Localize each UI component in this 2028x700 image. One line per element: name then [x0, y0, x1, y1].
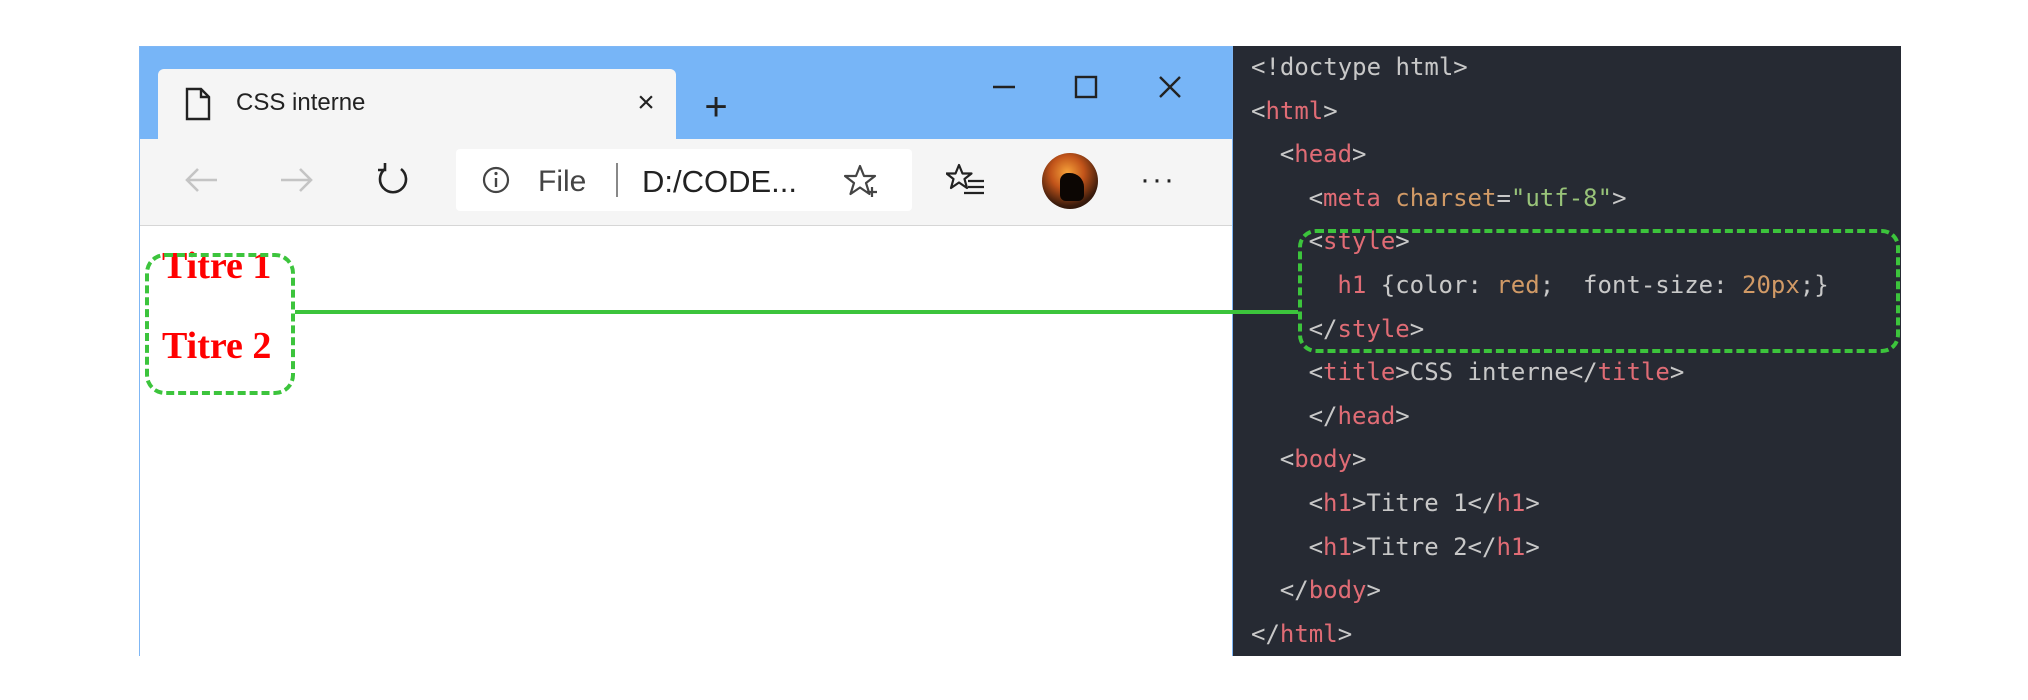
- code-line: </head>: [1309, 401, 1410, 431]
- code-token: <: [1308, 489, 1324, 517]
- code-token: >: [1366, 576, 1381, 605]
- code-token: h1: [1496, 489, 1526, 517]
- minimize-icon[interactable]: [974, 61, 1034, 113]
- code-token: title: [1323, 358, 1396, 387]
- address-separator: [616, 163, 618, 197]
- close-icon[interactable]: ×: [628, 85, 664, 121]
- maximize-icon[interactable]: [1056, 61, 1116, 113]
- page-content: Titre 1 Titre 2: [140, 226, 1232, 656]
- window-close-icon[interactable]: [1140, 61, 1200, 113]
- code-token: >: [1352, 445, 1367, 474]
- star-plus-icon[interactable]: [844, 163, 880, 199]
- code-token: </: [1251, 619, 1280, 648]
- code-line: <title>CSS interne</title>: [1309, 357, 1685, 387]
- code-token: meta: [1323, 183, 1381, 212]
- code-token: >Titre 2</: [1351, 532, 1497, 561]
- code-token: <!doctype html>: [1251, 53, 1468, 81]
- browser-tab[interactable]: CSS interne ×: [158, 69, 676, 139]
- code-token: >: [1525, 489, 1540, 517]
- code-line: <body>: [1280, 444, 1367, 474]
- code-token: <: [1279, 445, 1295, 474]
- toolbar: File D:/CODE... ···: [140, 139, 1232, 226]
- code-token: html: [1265, 96, 1324, 125]
- code-line: <head>: [1280, 139, 1367, 169]
- code-token: <: [1308, 532, 1324, 561]
- avatar[interactable]: [1042, 153, 1098, 209]
- more-icon[interactable]: ···: [1140, 163, 1176, 197]
- favorites-list-icon[interactable]: [946, 161, 986, 201]
- code-token: body: [1294, 445, 1353, 474]
- forward-arrow-icon[interactable]: [270, 153, 324, 207]
- code-line: <h1>Titre 1</h1>: [1309, 488, 1540, 518]
- code-token: title: [1597, 358, 1670, 387]
- code-token: >: [1525, 532, 1540, 561]
- code-token: >: [1612, 183, 1627, 212]
- info-icon[interactable]: [482, 166, 510, 194]
- code-token: "utf-8": [1510, 183, 1613, 212]
- code-token: h1: [1323, 489, 1352, 517]
- code-token: html: [1279, 619, 1338, 648]
- plus-icon[interactable]: +: [694, 85, 738, 129]
- code-line: </body>: [1280, 575, 1381, 605]
- code-token: </: [1308, 401, 1338, 430]
- code-token: head: [1337, 401, 1396, 430]
- browser-window: CSS interne × + File D:/CODE... ··· Titr…: [139, 46, 1233, 656]
- code-token: <: [1279, 140, 1295, 169]
- code-token: >: [1669, 358, 1685, 387]
- code-token: <: [1308, 358, 1324, 387]
- address-bar[interactable]: File D:/CODE...: [456, 149, 912, 211]
- code-token: h1: [1323, 532, 1352, 561]
- headings-highlight-box: [145, 253, 295, 395]
- code-token: <: [1308, 183, 1324, 212]
- code-line: <html>: [1251, 96, 1338, 126]
- file-label: File: [538, 165, 587, 198]
- code-token: >: [1395, 401, 1410, 430]
- code-token: h1: [1496, 532, 1526, 561]
- code-line: <meta charset="utf-8">: [1309, 183, 1627, 213]
- code-token: >: [1337, 619, 1353, 648]
- code-token: >: [1352, 140, 1367, 169]
- code-line: <h1>Titre 2</h1>: [1309, 532, 1540, 562]
- code-line: </html>: [1251, 619, 1352, 649]
- code-token: </: [1279, 576, 1309, 605]
- back-arrow-icon[interactable]: [174, 153, 228, 207]
- code-token: body: [1308, 576, 1367, 605]
- code-line: <!doctype html>: [1251, 52, 1468, 82]
- url-text[interactable]: D:/CODE...: [642, 164, 797, 200]
- code-token: <: [1251, 96, 1266, 125]
- tab-title: CSS interne: [236, 89, 366, 116]
- refresh-icon[interactable]: [366, 153, 420, 207]
- code-token: >CSS interne</: [1395, 358, 1598, 387]
- title-bar: CSS interne × +: [140, 47, 1232, 139]
- code-token: charset: [1395, 183, 1497, 212]
- code-token: head: [1294, 140, 1353, 169]
- code-token: >Titre 1</: [1351, 489, 1497, 517]
- code-token: >: [1323, 96, 1338, 125]
- page-icon: [185, 87, 211, 121]
- code-token: =: [1496, 183, 1511, 212]
- connector-line: [295, 310, 1298, 314]
- style-highlight-box: [1298, 229, 1900, 353]
